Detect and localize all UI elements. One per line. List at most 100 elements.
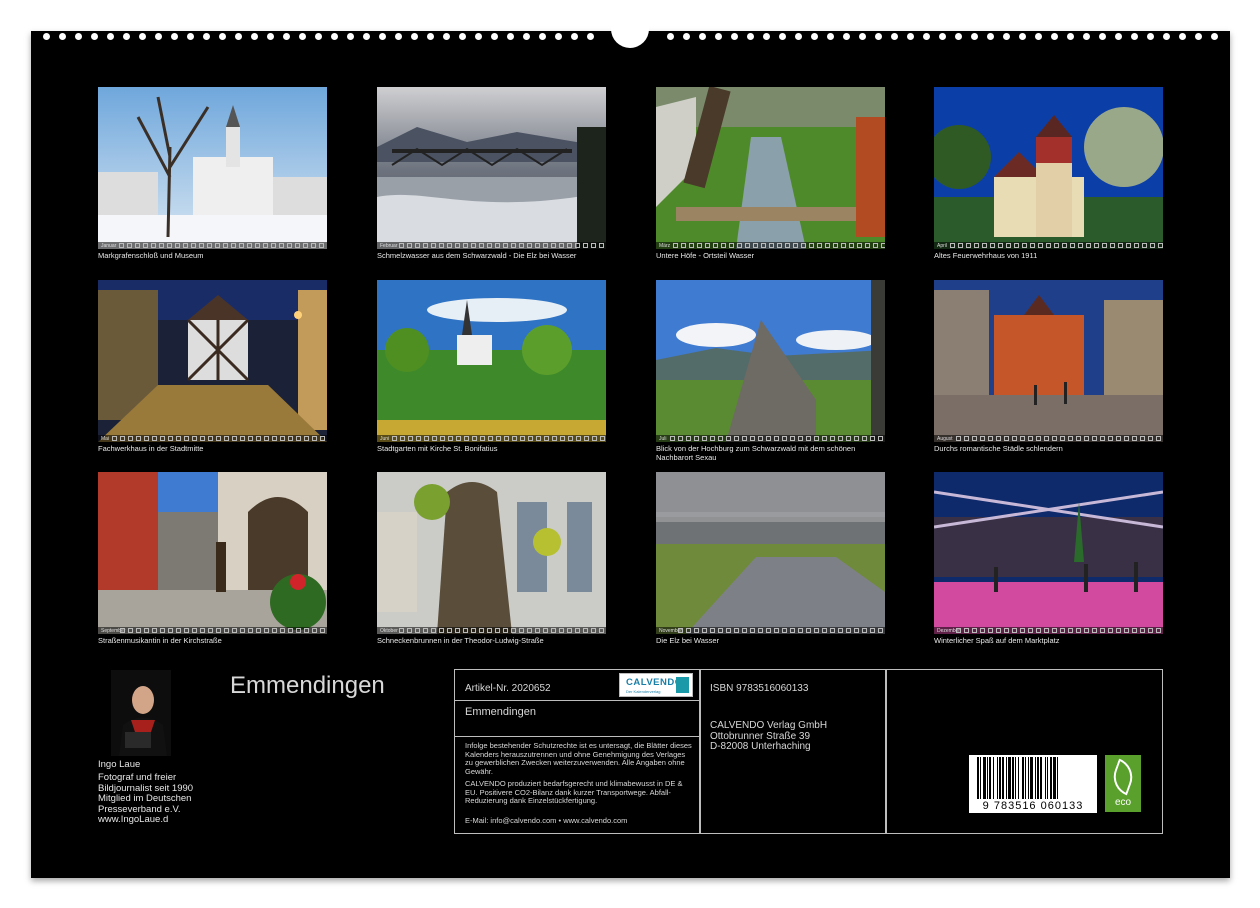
day-box bbox=[685, 436, 691, 441]
day-box bbox=[741, 436, 747, 441]
barcode-bar bbox=[1025, 757, 1026, 799]
barcode-bar bbox=[1006, 757, 1007, 799]
day-box bbox=[584, 436, 590, 441]
barcode-bar bbox=[1047, 757, 1048, 799]
day-box bbox=[255, 243, 261, 248]
day-box bbox=[1054, 243, 1060, 248]
day-box bbox=[415, 628, 420, 633]
day-box bbox=[785, 243, 791, 248]
barcode-bar bbox=[1002, 757, 1004, 799]
day-box bbox=[279, 243, 285, 248]
photo-caption: Altes Feuerwehrhaus von 1911 bbox=[934, 251, 1038, 260]
day-box bbox=[304, 628, 309, 633]
day-box bbox=[1012, 628, 1017, 633]
day-box bbox=[963, 436, 969, 441]
month-cell-september: September Straßenmusikantin in der Kirch… bbox=[98, 472, 327, 645]
day-box bbox=[966, 243, 972, 248]
day-box bbox=[128, 628, 133, 633]
day-box bbox=[990, 243, 996, 248]
day-box bbox=[231, 243, 237, 248]
binding-hole bbox=[203, 33, 210, 40]
day-box bbox=[591, 628, 596, 633]
day-box bbox=[464, 436, 470, 441]
day-box bbox=[813, 436, 819, 441]
day-box bbox=[777, 243, 783, 248]
day-box bbox=[264, 628, 269, 633]
day-box bbox=[159, 243, 165, 248]
month-cell-maerz: März Untere Höfe - Ortsteil Wasser bbox=[656, 87, 885, 260]
day-box bbox=[733, 436, 739, 441]
day-box bbox=[865, 243, 871, 248]
binding-hole bbox=[1115, 33, 1122, 40]
binding-hole bbox=[763, 33, 770, 40]
day-box bbox=[845, 436, 851, 441]
day-box bbox=[144, 628, 149, 633]
day-box bbox=[311, 243, 317, 248]
day-box bbox=[841, 243, 847, 248]
day-box bbox=[1036, 628, 1041, 633]
barcode-bar bbox=[1050, 757, 1052, 799]
day-grid: September bbox=[98, 627, 327, 634]
barcode-bar bbox=[1040, 757, 1042, 799]
binding-hole bbox=[299, 33, 306, 40]
day-box bbox=[168, 628, 173, 633]
day-box bbox=[1099, 436, 1105, 441]
binding-hole bbox=[315, 33, 322, 40]
day-box bbox=[702, 628, 707, 633]
binding-hole bbox=[1003, 33, 1010, 40]
binding-hole bbox=[907, 33, 914, 40]
day-box bbox=[439, 628, 444, 633]
day-box bbox=[216, 436, 222, 441]
day-box bbox=[1100, 628, 1105, 633]
day-box bbox=[988, 628, 993, 633]
binding-hole bbox=[1195, 33, 1202, 40]
day-box bbox=[849, 243, 855, 248]
day-box bbox=[1070, 243, 1076, 248]
barcode-bar bbox=[997, 757, 998, 799]
isbn: ISBN 9783516060133 bbox=[710, 683, 809, 694]
day-box bbox=[511, 628, 516, 633]
month-cell-mai: Mai Fachwerkhaus in der Stadtmitte bbox=[98, 280, 327, 453]
day-box bbox=[750, 628, 755, 633]
day-box bbox=[503, 628, 508, 633]
legal-notice: Infolge bestehender Schutzrechte ist es … bbox=[465, 741, 692, 776]
day-box bbox=[264, 436, 270, 441]
day-box bbox=[1142, 243, 1148, 248]
day-box bbox=[120, 436, 126, 441]
day-box bbox=[136, 628, 141, 633]
day-box bbox=[1124, 628, 1129, 633]
day-box bbox=[726, 628, 731, 633]
binding-hole bbox=[1099, 33, 1106, 40]
binding-hole bbox=[123, 33, 130, 40]
day-box bbox=[1035, 436, 1041, 441]
day-box bbox=[958, 243, 964, 248]
day-box bbox=[280, 628, 285, 633]
day-box bbox=[112, 436, 118, 441]
day-box bbox=[535, 628, 540, 633]
day-box bbox=[208, 436, 214, 441]
day-box bbox=[1086, 243, 1092, 248]
photo-caption: Die Elz bei Wasser bbox=[656, 636, 720, 645]
day-box bbox=[208, 628, 213, 633]
ice-rink-photo: Dezember bbox=[934, 472, 1163, 634]
month-cell-juni: Juni Stadtgarten mit Kirche St. Bonifati… bbox=[377, 280, 606, 453]
barcode-bar bbox=[1008, 757, 1011, 799]
day-box bbox=[769, 243, 775, 248]
photographer-portrait bbox=[111, 670, 171, 756]
day-box bbox=[1011, 436, 1017, 441]
binding-hole bbox=[523, 33, 530, 40]
day-box bbox=[167, 243, 173, 248]
day-box bbox=[829, 436, 835, 441]
day-box bbox=[447, 243, 452, 248]
binding-hole bbox=[859, 33, 866, 40]
binding-hole bbox=[987, 33, 994, 40]
day-box bbox=[591, 243, 596, 248]
winter-castle-photo: Januar bbox=[98, 87, 327, 249]
day-box bbox=[713, 243, 719, 248]
day-box bbox=[677, 436, 683, 441]
day-box bbox=[416, 436, 422, 441]
day-box bbox=[1115, 436, 1121, 441]
day-box bbox=[1126, 243, 1132, 248]
day-box bbox=[701, 436, 707, 441]
calvendo-logo: CALVENDO Der Kalenderverlag bbox=[619, 673, 693, 697]
